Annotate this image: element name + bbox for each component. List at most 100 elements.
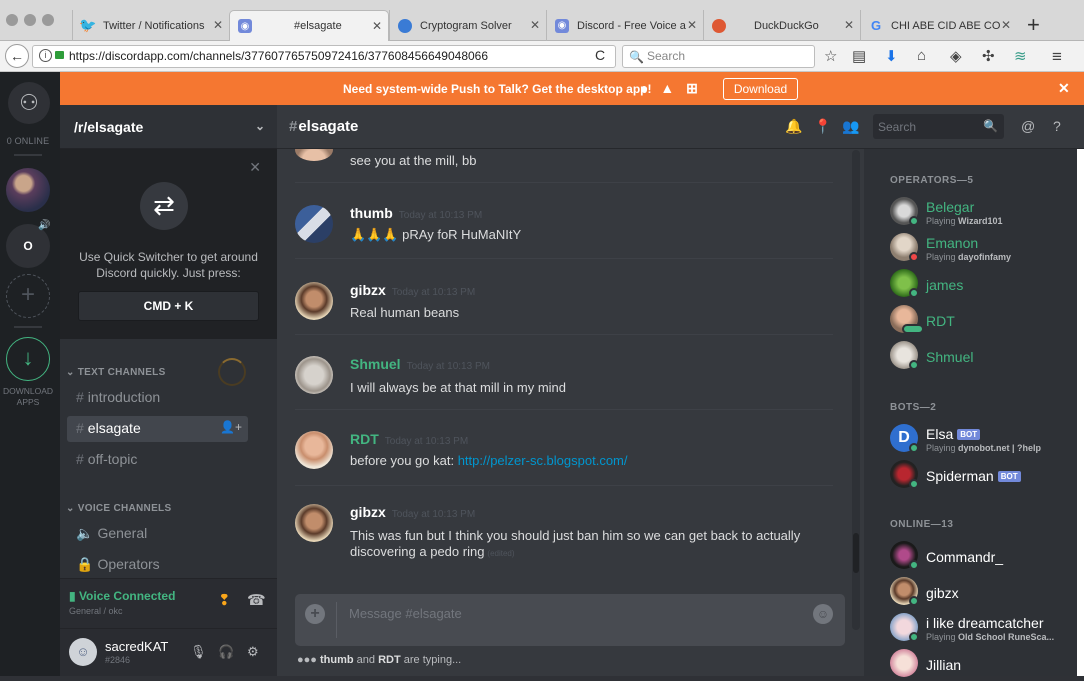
extension-icon[interactable]: ✣ [982, 47, 995, 65]
close-icon[interactable]: ✕ [213, 18, 223, 32]
close-icon[interactable]: ✕ [530, 18, 540, 32]
download-icon[interactable]: ↓ [6, 337, 50, 381]
friends-icon[interactable]: ⚇ [8, 82, 50, 124]
warning-icon[interactable]: ❢ [218, 591, 231, 609]
menu-icon[interactable]: ≡ [1052, 47, 1062, 67]
downloads-icon[interactable]: ⬇ [885, 47, 898, 65]
bell-icon[interactable]: 🔔 [785, 118, 802, 135]
add-server-icon[interactable]: + [6, 274, 50, 318]
member-item[interactable]: D Elsa BOT Playing dynobot.net | ?help [890, 422, 1080, 456]
pocket-icon[interactable]: ◈ [950, 47, 962, 65]
browser-tab[interactable]: ◉ Discord - Free Voice a ✕ [546, 10, 703, 41]
close-icon[interactable]: ✕ [844, 18, 854, 32]
status-online-icon [909, 360, 919, 370]
avatar[interactable] [295, 205, 333, 243]
avatar[interactable] [295, 431, 333, 469]
emoji-icon[interactable]: ☺ [813, 604, 833, 624]
close-icon[interactable]: ✕ [249, 159, 261, 176]
channel-elsagate[interactable]: # elsagate 👤+ [67, 416, 248, 442]
channel-off-topic[interactable]: # off-topic [67, 447, 248, 473]
voice-channel-operators[interactable]: 🔒 Operators [67, 552, 248, 578]
voice-connected-label: ▮ Voice Connected [69, 589, 176, 603]
gear-icon[interactable]: ⚙ [247, 644, 259, 660]
message-author[interactable]: thumb Today at 10:13 PM [350, 205, 482, 221]
message-input[interactable]: Message #elsagate [349, 606, 462, 621]
browser-tab[interactable]: 🐦 Twitter / Notifications ✕ [72, 10, 229, 41]
browser-search-input[interactable]: 🔍 Search [622, 45, 815, 68]
avatar[interactable] [295, 356, 333, 394]
browser-tab[interactable]: DuckDuckGo ✕ [703, 10, 860, 41]
message-text: I will always be at that mill in my mind [350, 380, 567, 395]
member-item[interactable]: Belegar Playing Wizard101 [890, 195, 1080, 229]
speaker-icon: 🔈 [76, 525, 94, 541]
message-author[interactable]: gibzx Today at 10:13 PM [350, 504, 475, 520]
home-icon[interactable]: ⌂ [917, 47, 926, 64]
server-icon-elsagate[interactable] [6, 168, 50, 212]
extension-icon[interactable]: ≋ [1014, 47, 1027, 65]
close-window-button[interactable] [6, 14, 18, 26]
reload-icon[interactable]: C [595, 47, 605, 63]
user-tag: #2846 [105, 655, 131, 665]
url-bar[interactable]: i https://discordapp.com/channels/377607… [32, 45, 616, 68]
member-item[interactable]: Shmuel [890, 339, 1080, 373]
member-item[interactable]: Spiderman BOT [890, 458, 1080, 492]
username: sacredKAT [105, 639, 169, 654]
close-icon[interactable]: ✕ [372, 19, 382, 33]
minimize-window-button[interactable] [24, 14, 36, 26]
back-icon[interactable]: ← [5, 44, 29, 68]
member-list-icon[interactable]: 👥 [842, 118, 859, 135]
member-item[interactable]: gibzx [890, 575, 1080, 609]
channel-introduction[interactable]: # introduction [67, 385, 248, 411]
member-item[interactable]: i like dreamcatcher Playing Old School R… [890, 611, 1080, 645]
message-author[interactable]: Shmuel Today at 10:13 PM [350, 356, 490, 372]
close-icon[interactable]: ✕ [687, 18, 697, 32]
chat-search-input[interactable]: Search 🔍 [873, 114, 1004, 139]
lock-icon: 🔒 [76, 556, 94, 572]
member-item[interactable]: Commandr_ [890, 539, 1080, 573]
search-placeholder: Search [878, 120, 917, 134]
help-icon[interactable]: ? [1053, 118, 1061, 134]
member-item[interactable]: Emanon Playing dayofinfamy [890, 231, 1080, 265]
info-icon[interactable]: i [39, 49, 52, 62]
avatar[interactable] [295, 504, 333, 542]
category-voice-channels[interactable]: ⌄ VOICE CHANNELS [66, 503, 171, 514]
category-text-channels[interactable]: ⌄ TEXT CHANNELS [66, 367, 166, 378]
mute-microphone-icon[interactable]: 🎙 [190, 644, 207, 660]
mentions-icon[interactable]: 📍 [814, 118, 831, 135]
message-link[interactable]: http://pelzer-sc.blogspot.com/ [458, 453, 628, 468]
close-icon[interactable]: ✕ [1001, 18, 1011, 32]
at-mention-icon[interactable]: @ [1021, 118, 1035, 134]
headphones-icon[interactable]: 🎧 [218, 644, 234, 660]
switch-arrows-icon: ⇄ [140, 182, 188, 230]
search-icon: 🔍 [983, 119, 998, 133]
member-item[interactable]: james [890, 267, 1080, 301]
message-author[interactable]: RDT Today at 10:13 PM [350, 431, 468, 447]
new-tab-icon[interactable]: + [1027, 12, 1040, 38]
search-icon: 🔍 [629, 50, 644, 64]
bookmark-star-icon[interactable]: ☆ [824, 47, 837, 65]
browser-tab[interactable]: Cryptogram Solver ✕ [389, 10, 546, 41]
page-edge [1077, 149, 1084, 676]
close-icon[interactable]: ✕ [1058, 80, 1070, 97]
browser-tab-active[interactable]: ◉ #elsagate ✕ [229, 10, 389, 41]
voice-channel-general[interactable]: 🔈 General [67, 521, 248, 547]
status-online-icon [909, 632, 919, 642]
channel-label: Operators [97, 556, 160, 572]
create-invite-icon[interactable]: 👤+ [220, 420, 242, 434]
role-header-online: ONLINE—13 [890, 519, 954, 530]
scrollbar-thumb[interactable] [853, 533, 859, 573]
maximize-window-button[interactable] [42, 14, 54, 26]
download-button[interactable]: Download [723, 78, 798, 100]
reading-list-icon[interactable]: ▤ [852, 47, 866, 65]
browser-tab[interactable]: G CHI ABE CID ABE COD ✕ [860, 10, 1017, 41]
server-header[interactable]: /r/elsagate ⌄ [60, 105, 277, 149]
upload-plus-icon[interactable]: + [305, 604, 325, 624]
chat-scrollbar[interactable] [852, 150, 860, 630]
message-composer[interactable]: + Message #elsagate ☺ [295, 594, 845, 646]
disconnect-icon[interactable]: ☎ [247, 591, 266, 609]
avatar[interactable] [295, 282, 333, 320]
member-item[interactable]: RDT [890, 303, 1080, 337]
message-author[interactable]: gibzx Today at 10:13 PM [350, 282, 475, 298]
avatar[interactable]: ☺ [69, 638, 97, 666]
tab-title: #elsagate [294, 20, 342, 32]
